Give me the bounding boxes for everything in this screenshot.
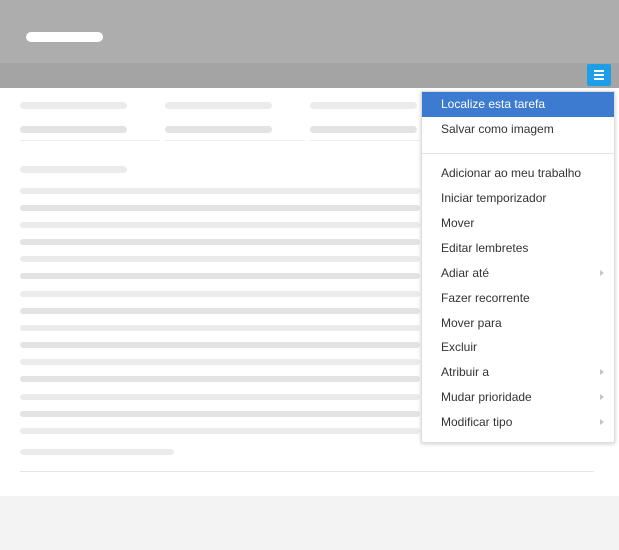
menu-item-label: Atribuir a xyxy=(441,365,490,379)
skeleton-line xyxy=(20,394,420,400)
skeleton-line xyxy=(20,449,174,455)
menu-item-delete[interactable]: Excluir xyxy=(422,335,614,360)
toolbar-bar xyxy=(0,63,619,88)
skeleton-line xyxy=(20,411,420,417)
menu-toggle-button[interactable] xyxy=(587,64,611,86)
chevron-right-icon xyxy=(600,394,604,400)
menu-item-label: Mover para xyxy=(441,316,502,330)
menu-item-move[interactable]: Mover xyxy=(422,211,614,236)
menu-item-localize-task[interactable]: Localize esta tarefa xyxy=(422,92,614,117)
menu-item-label: Adicionar ao meu trabalho xyxy=(441,166,582,180)
menu-item-label: Fazer recorrente xyxy=(441,291,530,305)
title-placeholder xyxy=(26,32,103,42)
menu-item-postpone-until[interactable]: Adiar até xyxy=(422,261,614,286)
menu-item-change-priority[interactable]: Mudar prioridade xyxy=(422,385,614,410)
menu-item-start-timer[interactable]: Iniciar temporizador xyxy=(422,186,614,211)
menu-item-label: Editar lembretes xyxy=(441,241,529,255)
menu-item-edit-reminders[interactable]: Editar lembretes xyxy=(422,236,614,261)
skeleton-line xyxy=(20,325,420,331)
menu-item-label: Salvar como imagem xyxy=(441,122,554,136)
menu-item-move-to[interactable]: Mover para xyxy=(422,311,614,336)
skeleton-line xyxy=(20,205,420,211)
menu-item-add-to-my-work[interactable]: Adicionar ao meu trabalho xyxy=(422,161,614,186)
skeleton-line xyxy=(20,188,420,194)
menu-item-label: Mover xyxy=(441,216,475,230)
skeleton-line xyxy=(20,342,420,348)
menu-item-label: Adiar até xyxy=(441,266,490,280)
menu-item-save-as-image[interactable]: Salvar como imagem xyxy=(422,117,614,142)
menu-item-make-recurring[interactable]: Fazer recorrente xyxy=(422,286,614,311)
skeleton-line xyxy=(20,376,420,382)
menu-item-label: Excluir xyxy=(441,340,478,354)
menu-item-modify-type[interactable]: Modificar tipo xyxy=(422,410,614,435)
header-bar xyxy=(0,0,619,63)
skeleton-line xyxy=(20,359,420,365)
skeleton-line xyxy=(20,239,420,245)
skeleton-line xyxy=(20,308,420,314)
menu-item-label: Modificar tipo xyxy=(441,415,513,429)
menu-item-assign-to[interactable]: Atribuir a xyxy=(422,360,614,385)
skeleton-line xyxy=(20,222,420,228)
menu-separator xyxy=(422,153,614,154)
skeleton-line xyxy=(20,273,420,279)
skeleton-line xyxy=(20,256,420,262)
chevron-right-icon xyxy=(600,419,604,425)
menu-item-label: Localize esta tarefa xyxy=(441,97,546,111)
skeleton-line xyxy=(20,291,420,297)
chevron-right-icon xyxy=(600,369,604,375)
chevron-right-icon xyxy=(600,270,604,276)
task-context-menu: Localize esta tarefa Salvar como imagem … xyxy=(421,91,615,443)
menu-item-label: Iniciar temporizador xyxy=(441,191,547,205)
menu-item-label: Mudar prioridade xyxy=(441,390,532,404)
skeleton-line xyxy=(20,428,420,434)
